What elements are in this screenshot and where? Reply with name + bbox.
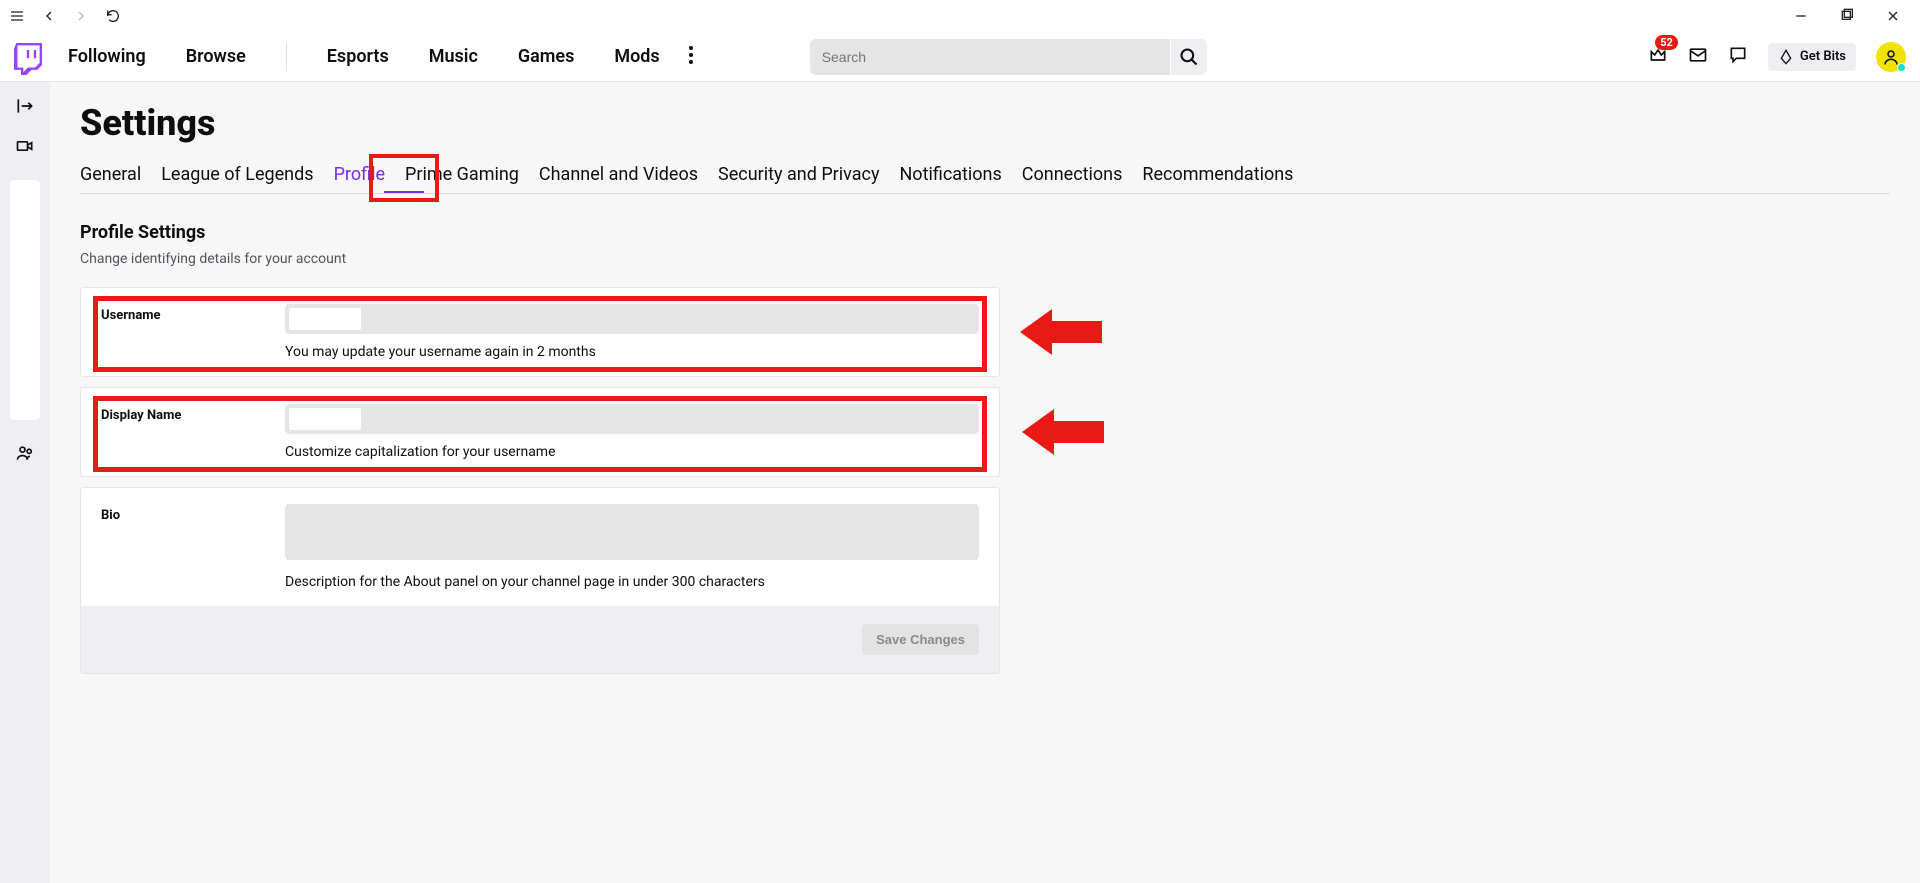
username-card: Username You may update your username ag… — [80, 287, 1000, 377]
sidebar-placeholder — [10, 180, 40, 420]
bio-card: Bio Description for the About panel on y… — [80, 487, 1000, 606]
bio-label: Bio — [101, 504, 285, 523]
inbox-icon[interactable] — [1688, 45, 1708, 69]
nav-divider — [286, 43, 287, 71]
more-icon[interactable] — [688, 45, 694, 69]
section-subtitle: Change identifying details for your acco… — [80, 251, 1890, 267]
browser-chrome — [0, 0, 1920, 32]
reload-icon[interactable] — [104, 7, 122, 25]
nav-browse[interactable]: Browse — [186, 46, 246, 67]
nav-music[interactable]: Music — [429, 46, 478, 67]
window-minimize-icon[interactable] — [1792, 7, 1810, 25]
camera-icon[interactable] — [15, 136, 35, 156]
back-icon[interactable] — [40, 7, 58, 25]
settings-content: Settings General League of Legends Profi… — [50, 82, 1920, 883]
tab-recommendations[interactable]: Recommendations — [1142, 164, 1293, 193]
search-button[interactable] — [1171, 39, 1207, 75]
whispers-icon[interactable] — [1728, 45, 1748, 69]
presence-dot — [1897, 63, 1906, 72]
tab-prime-gaming[interactable]: Prime Gaming — [405, 164, 519, 193]
nav-following[interactable]: Following — [68, 46, 146, 67]
window-close-icon[interactable] — [1884, 7, 1902, 25]
display-name-input[interactable] — [285, 404, 979, 434]
nav-games[interactable]: Games — [518, 46, 575, 67]
user-avatar[interactable] — [1876, 42, 1906, 72]
friends-icon[interactable] — [15, 443, 35, 463]
nav-links: Following Browse Esports Music Games Mod… — [68, 43, 660, 71]
prime-loot-icon[interactable]: 52 — [1648, 45, 1668, 69]
redacted-block — [289, 408, 361, 430]
expand-sidebar-icon[interactable] — [15, 96, 35, 116]
tab-notifications[interactable]: Notifications — [899, 164, 1001, 193]
notification-badge: 52 — [1655, 35, 1678, 50]
tab-profile[interactable]: Profile — [334, 164, 385, 193]
settings-tabs: General League of Legends Profile Prime … — [80, 164, 1890, 194]
tab-underline — [384, 191, 424, 193]
search-input[interactable] — [810, 39, 1170, 75]
username-label: Username — [101, 304, 285, 323]
forward-icon[interactable] — [72, 7, 90, 25]
top-nav: Following Browse Esports Music Games Mod… — [0, 32, 1920, 82]
get-bits-button[interactable]: Get Bits — [1768, 43, 1856, 71]
annotation-arrow-icon — [1020, 309, 1102, 355]
nav-right: 52 Get Bits — [1648, 42, 1906, 72]
tab-general[interactable]: General — [80, 164, 141, 193]
annotation-arrow-icon — [1022, 409, 1104, 455]
bio-help: Description for the About panel on your … — [285, 574, 979, 590]
twitch-logo-icon[interactable] — [14, 43, 42, 71]
display-name-label: Display Name — [101, 404, 285, 423]
get-bits-label: Get Bits — [1800, 49, 1846, 64]
section-title: Profile Settings — [80, 222, 1890, 243]
left-sidebar — [0, 82, 50, 883]
tab-league-of-legends[interactable]: League of Legends — [161, 164, 313, 193]
display-name-card: Display Name Customize capitalization fo… — [80, 387, 1000, 477]
nav-esports[interactable]: Esports — [327, 46, 389, 67]
hamburger-icon[interactable] — [8, 7, 26, 25]
tab-connections[interactable]: Connections — [1022, 164, 1123, 193]
username-input[interactable] — [285, 304, 979, 334]
display-name-help: Customize capitalization for your userna… — [285, 444, 979, 460]
page-title: Settings — [80, 102, 1890, 144]
username-help: You may update your username again in 2 … — [285, 344, 979, 360]
search-wrap — [810, 39, 1207, 75]
save-bar: Save Changes — [80, 606, 1000, 674]
bio-textarea[interactable] — [285, 504, 979, 560]
tab-security-and-privacy[interactable]: Security and Privacy — [718, 164, 879, 193]
window-maximize-icon[interactable] — [1838, 7, 1856, 25]
redacted-block — [289, 308, 361, 330]
nav-mods[interactable]: Mods — [614, 46, 659, 67]
save-changes-button[interactable]: Save Changes — [862, 624, 979, 655]
tab-channel-and-videos[interactable]: Channel and Videos — [539, 164, 698, 193]
